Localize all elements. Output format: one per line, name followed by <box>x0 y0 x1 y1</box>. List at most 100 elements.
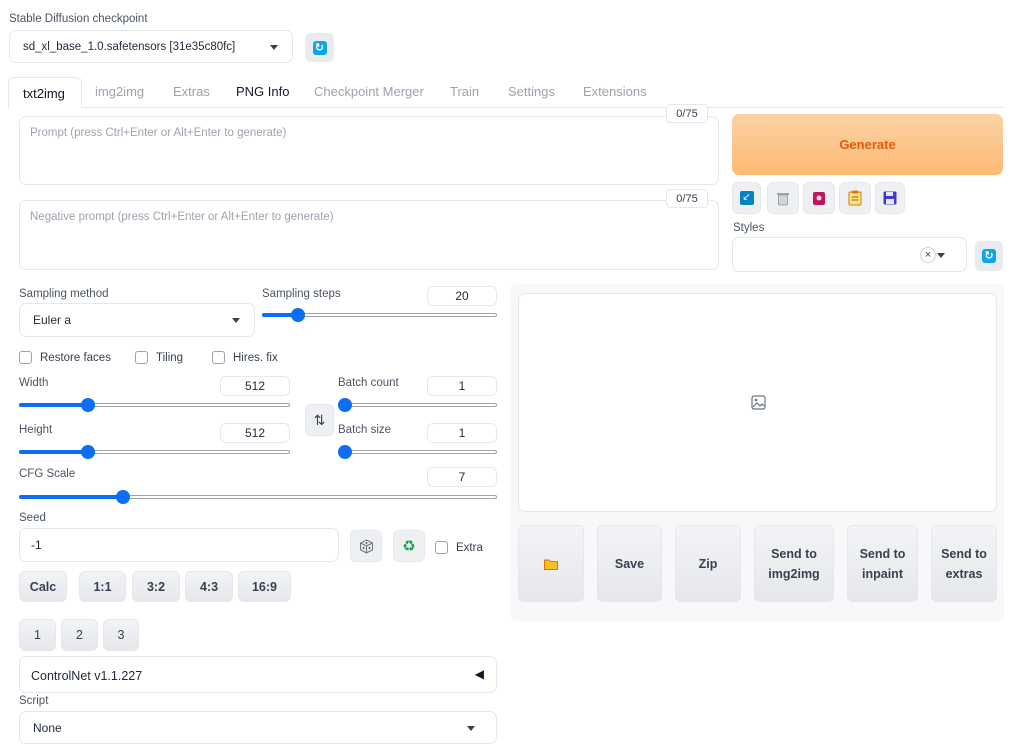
tab-train[interactable]: Train <box>450 84 479 106</box>
sampling-steps-slider[interactable] <box>262 308 497 322</box>
aspect-1-1-button[interactable]: 1:1 <box>79 571 126 602</box>
negative-prompt-placeholder: Negative prompt (press Ctrl+Enter or Alt… <box>30 211 334 223</box>
tab-settings[interactable]: Settings <box>508 84 555 106</box>
output-image-area <box>518 293 997 512</box>
tab-extensions[interactable]: Extensions <box>583 84 647 106</box>
restore-faces-checkbox[interactable]: Restore faces <box>19 351 111 364</box>
sampling-steps-label: Sampling steps <box>262 288 341 300</box>
slider-handle[interactable] <box>290 308 305 322</box>
tab-txt2img[interactable]: txt2img <box>8 77 82 108</box>
slider-handle[interactable] <box>80 398 95 412</box>
prompt-placeholder: Prompt (press Ctrl+Enter or Alt+Enter to… <box>30 127 287 139</box>
cfg-scale-label: CFG Scale <box>19 468 76 480</box>
tab-extras[interactable]: Extras <box>173 84 210 106</box>
prompt-textarea[interactable]: Prompt (press Ctrl+Enter or Alt+Enter to… <box>19 116 719 185</box>
swap-dimensions-button[interactable]: ⇅ <box>305 404 334 436</box>
controlnet-accordion[interactable]: ControlNet v1.1.227 ◀ <box>19 656 497 693</box>
checkpoint-value: sd_xl_base_1.0.safetensors [31e35c80fc] <box>23 40 236 53</box>
image-icon <box>751 395 766 410</box>
random-seed-button[interactable] <box>350 530 382 562</box>
extra-seed-checkbox[interactable]: Extra <box>435 541 483 554</box>
refresh-icon: ↻ <box>312 40 327 55</box>
restore-faces-label: Restore faces <box>40 351 111 364</box>
height-input[interactable]: 512 <box>220 423 290 443</box>
styles-refresh-button[interactable]: ↻ <box>975 241 1003 271</box>
read-params-icon: ↙ <box>739 191 754 205</box>
preset-2-button[interactable]: 2 <box>61 619 98 651</box>
preset-1-button[interactable]: 1 <box>19 619 56 651</box>
clipboard-icon <box>848 190 862 206</box>
open-folder-button[interactable] <box>518 525 584 602</box>
chevron-down-icon <box>467 725 475 731</box>
script-dropdown[interactable]: None <box>19 711 497 744</box>
width-slider[interactable] <box>19 398 290 412</box>
clear-prompt-button[interactable] <box>767 182 799 214</box>
cfg-scale-slider[interactable] <box>19 490 497 504</box>
checkpoint-refresh-button[interactable]: ↻ <box>305 33 334 62</box>
batch-size-input[interactable]: 1 <box>427 423 497 443</box>
clear-styles-icon[interactable]: × <box>920 247 936 263</box>
send-to-img2img-button[interactable]: Send to img2img <box>754 525 834 602</box>
tab-label: txt2img <box>23 86 65 101</box>
seed-label: Seed <box>19 512 46 524</box>
refresh-icon: ↻ <box>982 249 996 263</box>
generate-button[interactable]: Generate <box>732 114 1003 175</box>
send-to-extras-button[interactable]: Send to extras <box>931 525 997 602</box>
slider-handle[interactable] <box>116 490 131 504</box>
folder-icon <box>544 559 558 570</box>
aspect-3-2-button[interactable]: 3:2 <box>132 571 180 602</box>
checkpoint-label: Stable Diffusion checkpoint <box>9 13 148 25</box>
swap-dimensions-icon: ⇅ <box>313 411 326 428</box>
sampling-method-dropdown[interactable]: Euler a <box>19 303 255 337</box>
styles-dropdown[interactable]: × <box>732 237 967 272</box>
send-to-inpaint-button[interactable]: Send to inpaint <box>847 525 918 602</box>
width-label: Width <box>19 377 49 389</box>
trash-icon <box>777 192 789 205</box>
tiling-checkbox[interactable]: Tiling <box>135 351 183 364</box>
batch-count-slider[interactable] <box>338 398 497 412</box>
apply-style-button[interactable] <box>839 182 871 214</box>
script-label: Script <box>19 695 49 707</box>
chevron-down-icon <box>270 44 278 50</box>
batch-size-slider[interactable] <box>338 445 497 459</box>
reuse-seed-button[interactable]: ♻ <box>393 530 425 562</box>
width-input[interactable]: 512 <box>220 376 290 396</box>
seed-value: -1 <box>31 538 42 552</box>
slider-handle[interactable] <box>338 398 352 412</box>
slider-handle[interactable] <box>338 445 352 459</box>
extra-networks-icon <box>813 191 825 205</box>
extra-seed-label: Extra <box>456 541 483 554</box>
zip-button[interactable]: Zip <box>675 525 741 602</box>
tab-divider <box>82 107 1004 108</box>
chevron-down-icon <box>232 318 240 323</box>
aspect-4-3-button[interactable]: 4:3 <box>185 571 233 602</box>
extra-networks-button[interactable] <box>803 182 835 214</box>
seed-input[interactable]: -1 <box>19 528 339 562</box>
aspect-16-9-button[interactable]: 16:9 <box>238 571 291 602</box>
collapse-toggle-icon: ◀ <box>474 667 484 681</box>
hires-fix-checkbox[interactable]: Hires. fix <box>212 351 278 364</box>
slider-handle[interactable] <box>80 445 95 459</box>
batch-count-input[interactable]: 1 <box>427 376 497 396</box>
recycle-icon: ♻ <box>402 538 416 555</box>
preset-3-button[interactable]: 3 <box>103 619 139 651</box>
sampling-method-label: Sampling method <box>19 288 109 300</box>
tab-checkpoint-merger[interactable]: Checkpoint Merger <box>314 84 424 106</box>
batch-count-label: Batch count <box>338 377 399 389</box>
styles-label: Styles <box>733 222 765 234</box>
tab-img2img[interactable]: img2img <box>95 84 144 106</box>
sampling-method-value: Euler a <box>33 313 72 327</box>
read-params-button[interactable]: ↙ <box>732 182 761 214</box>
calc-button[interactable]: Calc <box>19 571 67 602</box>
batch-size-label: Batch size <box>338 424 392 436</box>
negative-prompt-textarea[interactable]: Negative prompt (press Ctrl+Enter or Alt… <box>19 200 719 270</box>
tab-png-info[interactable]: PNG Info <box>236 84 289 106</box>
height-slider[interactable] <box>19 445 290 459</box>
save-style-button[interactable] <box>875 182 905 214</box>
cfg-scale-input[interactable]: 7 <box>427 467 497 487</box>
sampling-steps-input[interactable]: 20 <box>427 286 497 306</box>
save-button[interactable]: Save <box>597 525 662 602</box>
dice-icon <box>359 538 373 554</box>
checkpoint-dropdown[interactable]: sd_xl_base_1.0.safetensors [31e35c80fc] <box>9 30 293 63</box>
hires-fix-label: Hires. fix <box>233 351 278 364</box>
